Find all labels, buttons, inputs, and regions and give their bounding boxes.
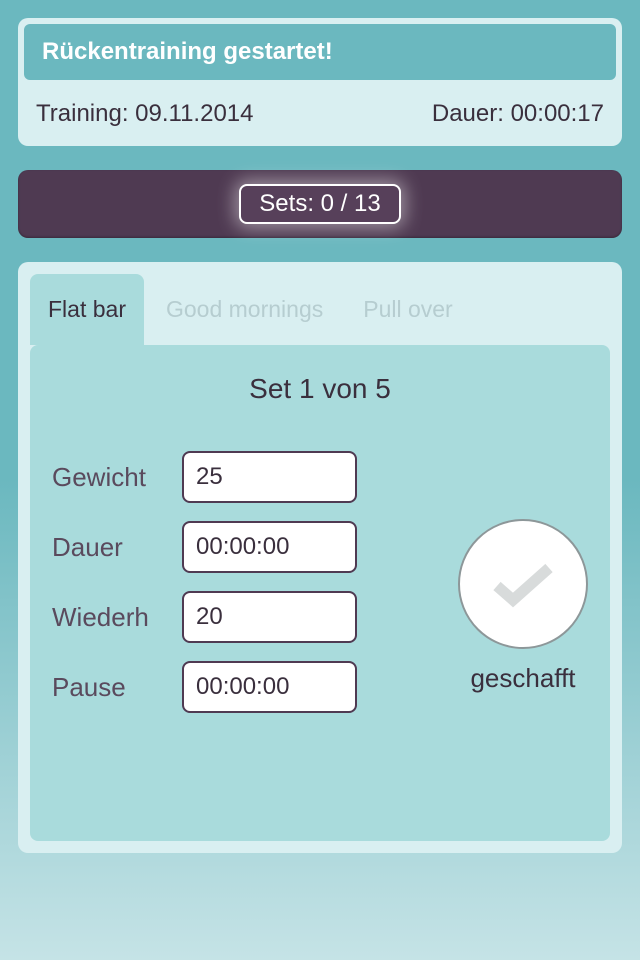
- pause-input[interactable]: [182, 661, 357, 713]
- sets-bar: Sets: 0 / 13: [18, 170, 622, 238]
- header-info: Training: 09.11.2014 Dauer: 00:00:17: [18, 86, 622, 146]
- done-label: geschafft: [470, 663, 575, 694]
- training-date: Training: 09.11.2014: [36, 100, 254, 128]
- tab-flat-bar[interactable]: Flat bar: [30, 274, 144, 345]
- exercise-tabs: Flat bar Good mornings Pull over: [30, 274, 610, 345]
- weight-input[interactable]: [182, 451, 357, 503]
- header-card: Rückentraining gestartet! Training: 09.1…: [18, 18, 622, 146]
- training-duration: Dauer: 00:00:17: [432, 100, 604, 128]
- tab-pull-over[interactable]: Pull over: [345, 274, 470, 345]
- set-body: Gewicht Dauer Wiederh Pause: [52, 451, 588, 731]
- set-panel: Set 1 von 5 Gewicht Dauer Wiederh Pause: [30, 345, 610, 841]
- exercise-card: Flat bar Good mornings Pull over Set 1 v…: [18, 262, 622, 853]
- field-reps-row: Wiederh: [52, 591, 436, 643]
- sets-badge: Sets: 0 / 13: [239, 184, 400, 224]
- done-button[interactable]: [458, 519, 588, 649]
- tab-good-mornings[interactable]: Good mornings: [148, 274, 341, 345]
- set-title: Set 1 von 5: [52, 373, 588, 405]
- workout-title: Rückentraining gestartet!: [24, 24, 616, 80]
- field-duration-row: Dauer: [52, 521, 436, 573]
- duration-label: Dauer: [52, 532, 182, 563]
- reps-input[interactable]: [182, 591, 357, 643]
- set-fields: Gewicht Dauer Wiederh Pause: [52, 451, 436, 731]
- field-weight-row: Gewicht: [52, 451, 436, 503]
- check-icon: [493, 560, 553, 608]
- duration-input[interactable]: [182, 521, 357, 573]
- reps-label: Wiederh: [52, 602, 182, 633]
- field-pause-row: Pause: [52, 661, 436, 713]
- weight-label: Gewicht: [52, 462, 182, 493]
- done-column: geschafft: [458, 519, 588, 694]
- pause-label: Pause: [52, 672, 182, 703]
